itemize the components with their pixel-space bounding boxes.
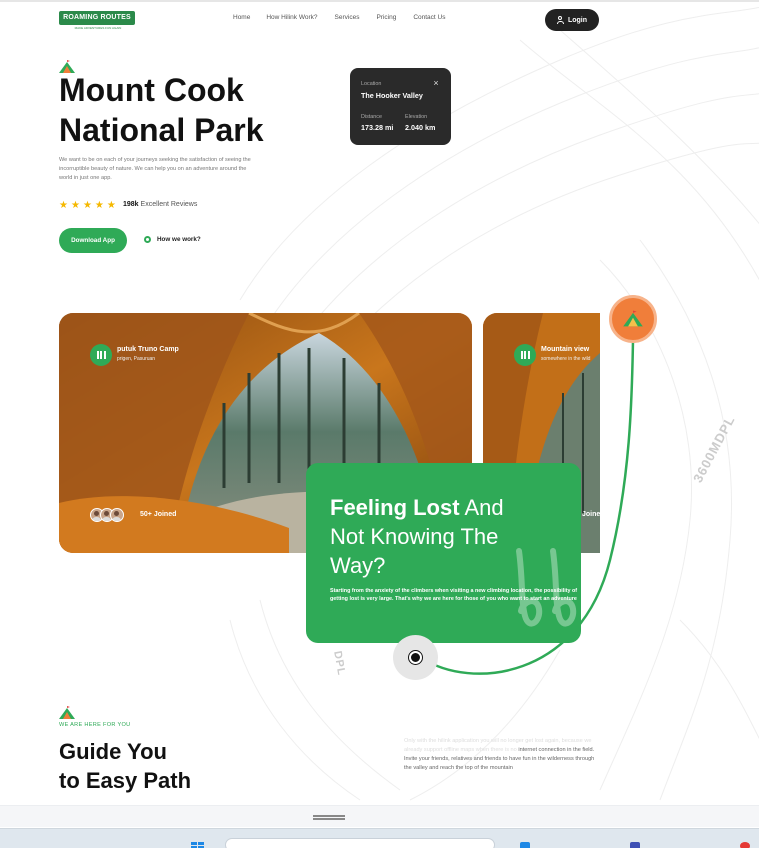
feature-title-part1: And	[459, 495, 504, 520]
taskbar-search-input[interactable]	[225, 838, 495, 848]
feature-title-part2: Not Knowing The	[330, 524, 499, 549]
taskbar-app-icon[interactable]	[740, 842, 750, 848]
section-title-line2: to Easy Path	[59, 768, 192, 793]
tent-icon	[623, 310, 643, 327]
destination-pin[interactable]	[609, 295, 657, 343]
start-dot-icon	[409, 651, 422, 664]
taskbar-app-icon[interactable]	[630, 842, 640, 848]
start-menu-icon[interactable]	[191, 842, 205, 848]
drag-handle[interactable]	[313, 815, 345, 820]
resize-bar	[0, 805, 759, 827]
feature-title-bold: Feeling Lost	[330, 495, 460, 520]
feature-title: Feeling Lost And Not Knowing The Way?	[330, 493, 560, 580]
section-title: Guide You to Easy Path	[59, 737, 319, 795]
feeling-lost-card: Feeling Lost And Not Knowing The Way? St…	[306, 463, 581, 643]
section-title-line1: Guide You	[59, 739, 167, 764]
start-pin[interactable]	[393, 635, 438, 680]
taskbar-app-icon[interactable]	[520, 842, 530, 848]
route-path	[421, 339, 635, 675]
camp-icon	[59, 706, 75, 719]
section-description: Only with the hilink application you wil…	[404, 737, 600, 773]
section-eyebrow: WE ARE HERE FOR YOU	[59, 722, 131, 728]
feature-description: Starting from the anxiety of the climber…	[330, 588, 578, 603]
feature-title-part3: Way?	[330, 553, 386, 578]
landing-page: ROAMING ROUTES MAKE ADVENTURES FUN AGAIN…	[0, 0, 759, 848]
